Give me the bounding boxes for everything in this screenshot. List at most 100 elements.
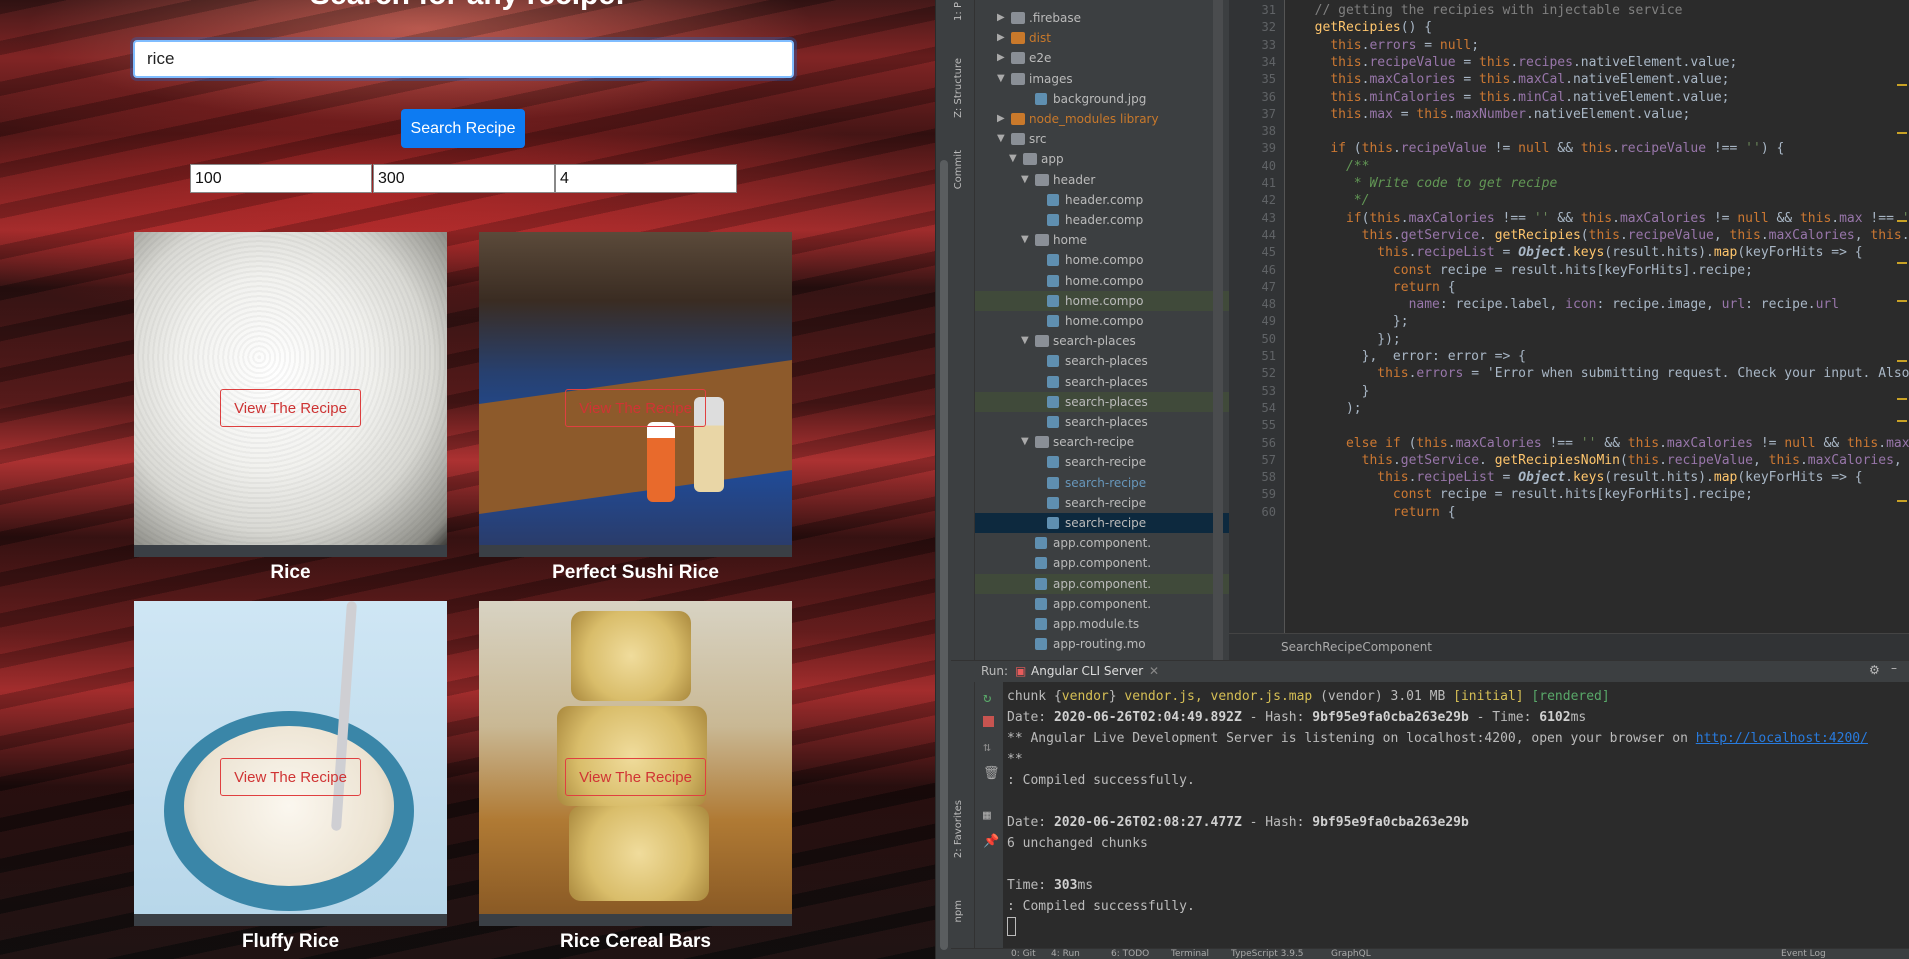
sort-icon[interactable]: ⇅ xyxy=(983,740,991,755)
search-recipe-button[interactable]: Search Recipe xyxy=(401,109,525,148)
layout-icon[interactable]: ▦ xyxy=(983,808,991,823)
scrollbar-thumb[interactable] xyxy=(940,160,948,950)
tree-folder[interactable]: ▶ .firebase xyxy=(975,8,1229,28)
recipe-title: Perfect Sushi Rice xyxy=(552,562,719,583)
view-recipe-button[interactable]: View The Recipe xyxy=(565,389,706,427)
tree-file[interactable]: search-recipe xyxy=(975,513,1229,533)
tree-folder[interactable]: ▼ home xyxy=(975,230,1229,250)
tree-folder[interactable]: ▼ search-places xyxy=(975,331,1229,351)
tree-file[interactable]: search-places xyxy=(975,391,1229,412)
line-number: 48 xyxy=(1261,297,1276,312)
tree-file[interactable]: background.jpg xyxy=(975,89,1229,109)
code-editor[interactable]: 31 32 33 34 35 36 37 38 39 40 41 42 43 44 45 46 47 48 49 50… xyxy=(1229,0,1909,633)
chevron-down-icon[interactable]: ▼ xyxy=(1021,432,1029,452)
chevron-down-icon[interactable]: ▼ xyxy=(1009,149,1017,169)
sauce-bottle xyxy=(647,422,675,502)
chevron-right-icon[interactable]: ▶ xyxy=(997,8,1005,28)
tree-file[interactable]: app.component. xyxy=(975,533,1229,553)
tree-item-label: app-routing.mo xyxy=(1053,637,1146,652)
tree-file[interactable]: home.compo xyxy=(975,271,1229,291)
tree-folder[interactable]: ▼ src xyxy=(975,129,1229,149)
view-recipe-button[interactable]: View The Recipe xyxy=(565,758,706,796)
tool-window-button[interactable]: Terminal xyxy=(1171,949,1209,959)
tree-folder[interactable]: ▼ app xyxy=(975,149,1229,169)
chevron-right-icon[interactable]: ▶ xyxy=(997,109,1005,129)
tree-file[interactable]: search-places xyxy=(975,372,1229,392)
chevron-down-icon[interactable]: ▼ xyxy=(1021,331,1029,351)
tree-folder[interactable]: ▼ search-recipe xyxy=(975,432,1229,452)
tree-file[interactable]: header.comp xyxy=(975,190,1229,210)
run-console[interactable]: chunk {vendor} vendor.js, vendor.js.map … xyxy=(1003,682,1909,948)
chevron-down-icon[interactable]: ▼ xyxy=(1021,170,1029,190)
view-recipe-button[interactable]: View The Recipe xyxy=(220,758,361,796)
chevron-down-icon[interactable]: ▼ xyxy=(997,69,1005,89)
close-icon[interactable]: ✕ xyxy=(1149,664,1159,678)
chevron-right-icon[interactable]: ▶ xyxy=(997,28,1005,48)
localhost-link[interactable]: http://localhost:4200/ xyxy=(1696,731,1868,746)
tool-window-button[interactable]: Event Log xyxy=(1781,949,1826,959)
stop-icon[interactable] xyxy=(983,716,994,727)
project-tab[interactable]: 1: P xyxy=(953,2,964,21)
tree-file[interactable]: search-recipe xyxy=(975,493,1229,513)
tree-folder[interactable]: ▶ dist xyxy=(975,28,1229,48)
run-config-tab[interactable]: Angular CLI Server xyxy=(1031,664,1143,678)
tree-file[interactable]: app-routing.mo xyxy=(975,634,1229,654)
tool-window-button[interactable]: 0: Git xyxy=(1011,949,1036,959)
commit-tab[interactable]: Commit xyxy=(953,150,964,189)
tree-file[interactable]: home.compo xyxy=(975,290,1229,311)
tree-file[interactable]: search-recipe xyxy=(975,473,1229,493)
tool-window-button[interactable]: 4: Run xyxy=(1051,949,1080,959)
tool-window-button[interactable]: 6: TODO xyxy=(1111,949,1149,959)
tree-file[interactable]: home.compo xyxy=(975,311,1229,331)
tree-file[interactable]: app.component. xyxy=(975,594,1229,614)
tree-file[interactable]: search-recipe xyxy=(975,452,1229,472)
tree-file[interactable]: app.component. xyxy=(975,573,1229,594)
structure-tab[interactable]: Z: Structure xyxy=(953,58,964,118)
code-line[interactable]: this.errors = 'Error when submitting req… xyxy=(1299,363,1909,384)
max-number-input[interactable] xyxy=(555,164,737,193)
tree-file[interactable]: app.component. xyxy=(975,553,1229,573)
tree-scrollbar[interactable] xyxy=(1213,0,1223,660)
max-calories-input[interactable] xyxy=(373,164,555,193)
recipe-search-input[interactable] xyxy=(133,40,794,78)
code-line[interactable]: ); xyxy=(1299,398,1362,419)
console-text: Time: xyxy=(1007,878,1054,893)
tree-file[interactable]: search-places xyxy=(975,351,1229,371)
tree-file[interactable]: header.comp xyxy=(975,210,1229,230)
tree-file[interactable]: app.module.ts xyxy=(975,614,1229,634)
recipe-image: View The Recipe xyxy=(134,601,447,914)
code-line[interactable]: if (this.recipeValue != null && this.rec… xyxy=(1299,138,1784,159)
tree-item-label: images xyxy=(1029,71,1073,86)
rerun-icon[interactable]: ↻ xyxy=(983,690,991,706)
line-number: 46 xyxy=(1261,262,1276,277)
tree-folder[interactable]: ▼ images xyxy=(975,69,1229,89)
tree-file[interactable]: home.compo xyxy=(975,250,1229,270)
tree-folder[interactable]: ▼ header xyxy=(975,170,1229,190)
trash-icon[interactable]: 🗑 xyxy=(983,766,1000,781)
gear-icon[interactable]: ⚙ xyxy=(1869,663,1880,677)
chevron-down-icon[interactable]: ▼ xyxy=(997,129,1005,149)
min-calories-input[interactable] xyxy=(190,164,372,193)
editor-breadcrumb[interactable]: SearchRecipeComponent xyxy=(1229,633,1909,660)
console-text: 9bf95e9fa0cba263e29b xyxy=(1312,710,1469,725)
code-line[interactable]: return { xyxy=(1299,502,1456,523)
tool-window-button[interactable]: TypeScript 3.9.5 xyxy=(1231,949,1304,959)
view-recipe-button[interactable]: View The Recipe xyxy=(220,389,361,427)
console-cursor[interactable] xyxy=(1007,917,1016,936)
minimize-icon[interactable]: – xyxy=(1891,661,1897,675)
favorites-tab[interactable]: 2: Favorites xyxy=(953,800,964,858)
tool-window-button[interactable]: GraphQL xyxy=(1331,949,1371,959)
tree-file[interactable]: search-places xyxy=(975,412,1229,432)
tree-folder[interactable]: ▶ node_modules library xyxy=(975,109,1229,129)
console-text: Date: xyxy=(1007,815,1054,830)
code-line[interactable]: this.max = this.maxNumber.nativeElement.… xyxy=(1299,104,1690,125)
pin-icon[interactable]: 📌 xyxy=(983,834,999,849)
browser-scrollbar[interactable] xyxy=(935,0,951,959)
tool-window-strip: 1: P Z: Structure Commit 2: Favorites np… xyxy=(951,0,975,959)
tree-folder[interactable]: ▶ e2e xyxy=(975,48,1229,68)
cereal-bar xyxy=(569,806,709,901)
tree-item-label: search-recipe xyxy=(1065,516,1147,530)
chevron-right-icon[interactable]: ▶ xyxy=(997,48,1005,68)
npm-tab[interactable]: npm xyxy=(953,900,964,922)
chevron-down-icon[interactable]: ▼ xyxy=(1021,230,1029,250)
